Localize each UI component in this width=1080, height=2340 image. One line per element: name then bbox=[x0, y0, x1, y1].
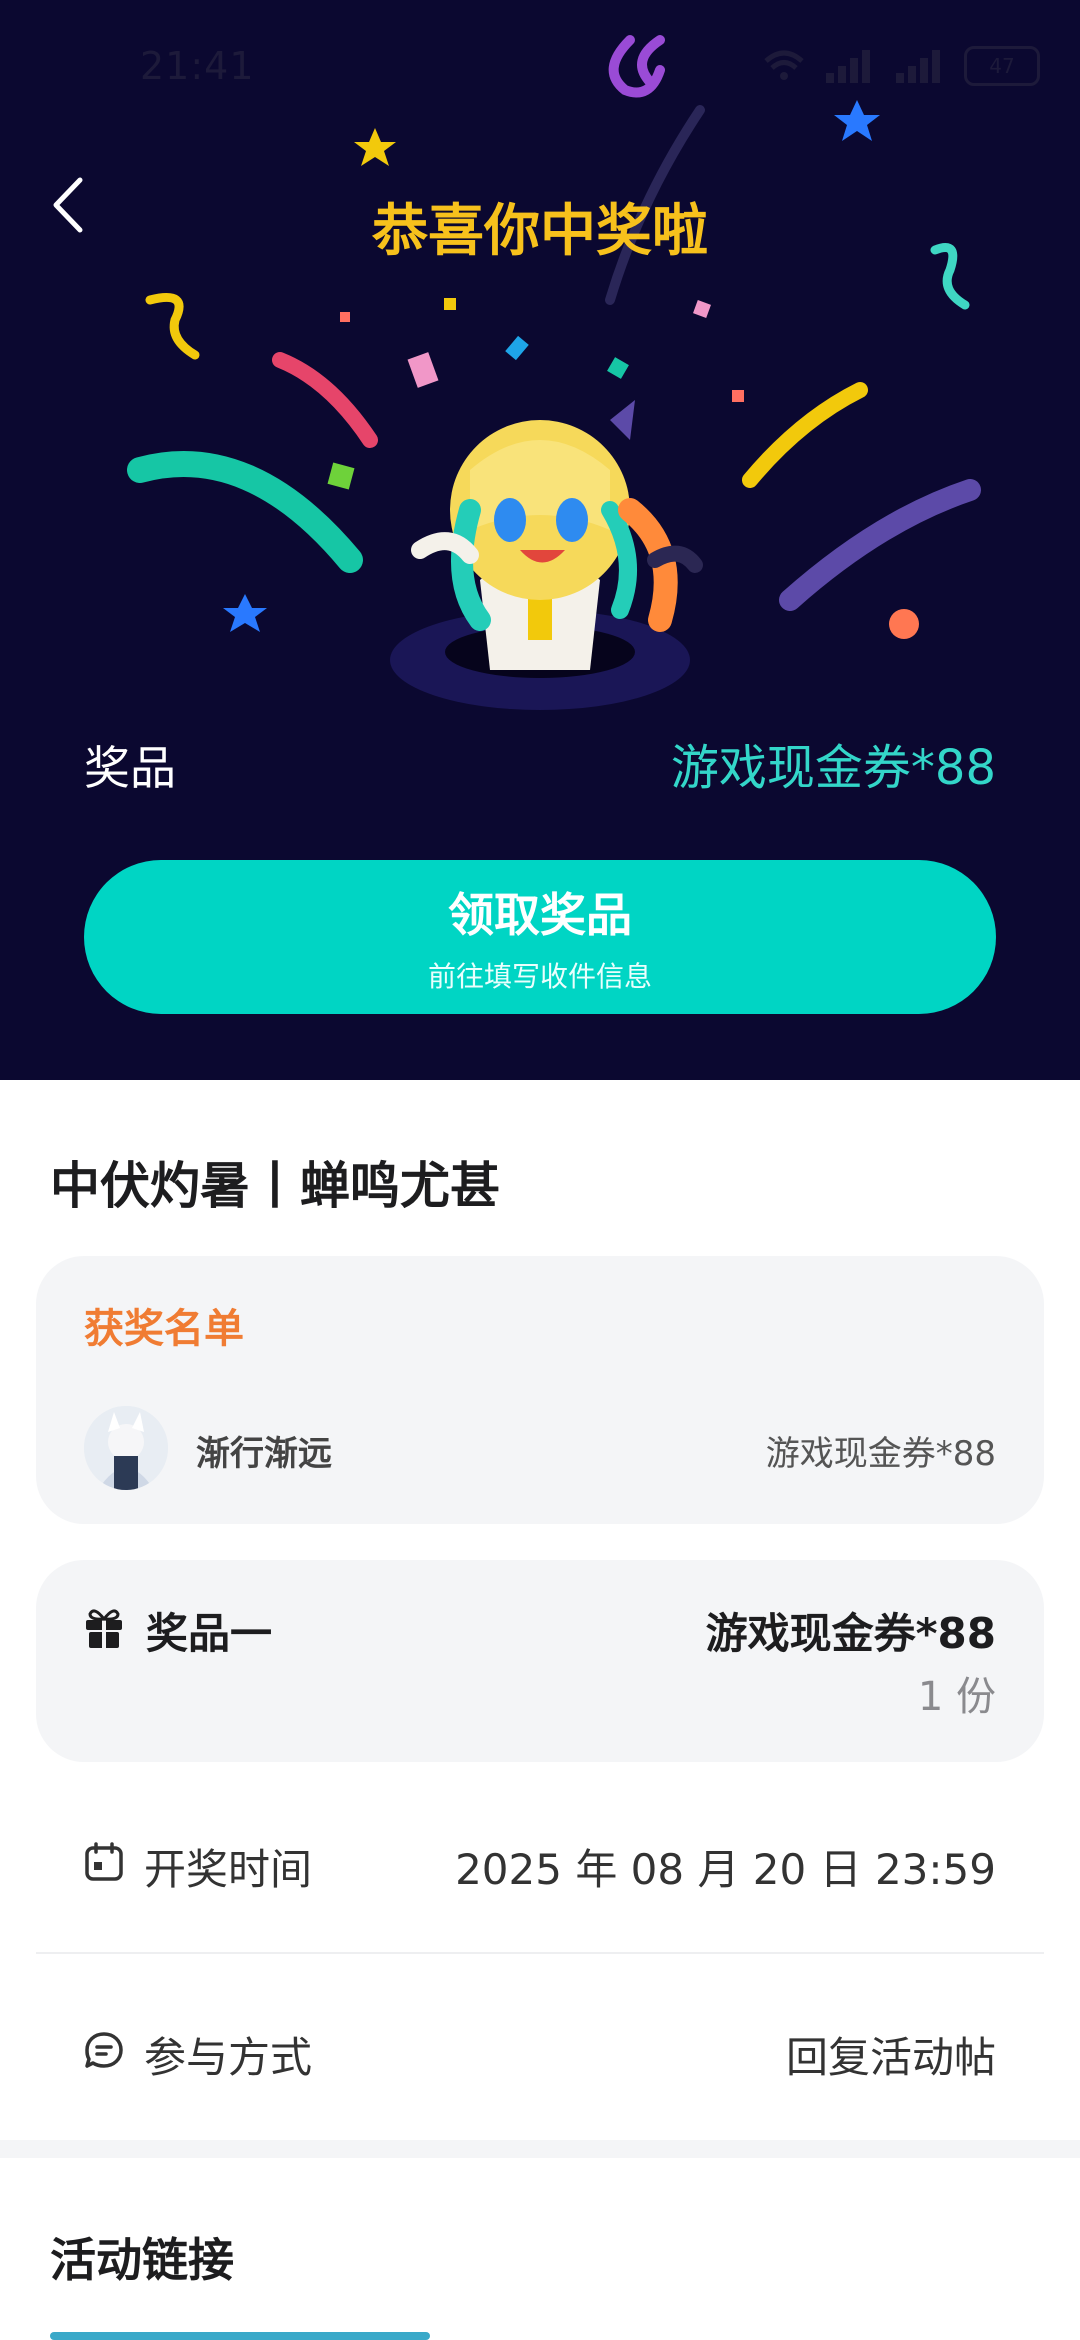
draw-time-value: 2025 年 08 月 20 日 23:59 bbox=[455, 1845, 996, 1894]
mascot-illustration bbox=[390, 400, 703, 710]
gift-icon bbox=[86, 1609, 122, 1648]
claim-prize-button[interactable]: 领取奖品 前往填写收件信息 bbox=[84, 860, 996, 1014]
divider bbox=[36, 1952, 1044, 1954]
signal-icon-2 bbox=[896, 50, 940, 83]
participation-value: 回复活动帖 bbox=[785, 2033, 996, 2082]
prize-card: 奖品一 游戏现金券*88 1 份 bbox=[36, 1560, 1044, 1762]
participation-row[interactable]: 参与方式 回复活动帖 bbox=[84, 2020, 996, 2082]
prize-card-quantity: 1 份 bbox=[917, 1674, 996, 1720]
prize-card-label: 奖品一 bbox=[146, 1609, 273, 1658]
prize-label: 奖品 bbox=[84, 741, 176, 795]
claim-prize-label: 领取奖品 bbox=[448, 888, 632, 942]
prize-value: 游戏现金券*88 bbox=[670, 740, 996, 796]
winner-row[interactable]: 渐行渐远 游戏现金券*88 bbox=[84, 1406, 996, 1490]
calendar-icon bbox=[85, 1842, 123, 1881]
activity-link-preview[interactable] bbox=[50, 2332, 430, 2340]
draw-time-label: 开奖时间 bbox=[144, 1845, 313, 1894]
event-title: 中伏灼暑丨蝉鸣尤甚 bbox=[50, 1157, 500, 1215]
status-time: 21:41 bbox=[140, 44, 255, 88]
winners-heading: 获奖名单 bbox=[84, 1306, 244, 1352]
participation-label: 参与方式 bbox=[144, 2033, 313, 2082]
details-sheet: 中伏灼暑丨蝉鸣尤甚 获奖名单 渐行渐远 游戏现金券*88 奖品一 游戏现金券*8… bbox=[0, 1080, 1080, 2340]
claim-prize-sublabel: 前往填写收件信息 bbox=[427, 960, 652, 993]
battery-indicator: 47 bbox=[964, 46, 1040, 86]
activity-links-title: 活动链接 bbox=[50, 2233, 234, 2287]
wifi-icon bbox=[764, 50, 804, 80]
page-title: 恭喜你中奖啦 bbox=[372, 199, 708, 264]
avatar[interactable] bbox=[84, 1406, 168, 1490]
status-bar: 21:41 47 bbox=[0, 0, 1080, 140]
signal-icon bbox=[826, 50, 870, 83]
hero-banner: 21:41 47 恭喜你中奖啦 奖品 游戏现金券*88 领取奖品 前往填写收件信… bbox=[0, 0, 1080, 1080]
winner-name: 渐行渐远 bbox=[196, 1434, 332, 1474]
status-icons: 47 bbox=[762, 44, 1040, 88]
winner-prize: 游戏现金券*88 bbox=[765, 1434, 996, 1474]
draw-time-row: 开奖时间 2025 年 08 月 20 日 23:59 bbox=[84, 1832, 996, 1894]
prize-card-value: 游戏现金券*88 bbox=[705, 1609, 996, 1658]
winners-card: 获奖名单 渐行渐远 游戏现金券*88 bbox=[36, 1256, 1044, 1524]
comment-icon bbox=[85, 2032, 123, 2068]
section-separator bbox=[0, 2140, 1080, 2158]
